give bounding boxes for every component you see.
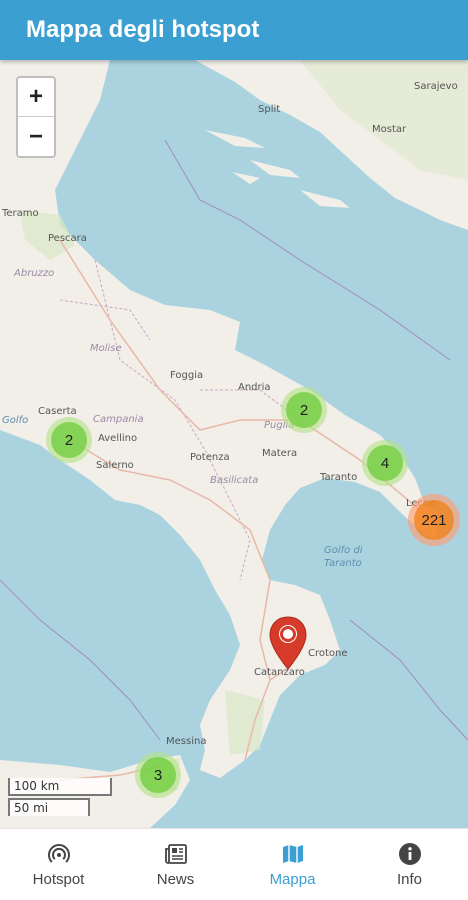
zoom-control: + − <box>16 76 56 158</box>
place-abruzzo: Abruzzo <box>14 268 55 279</box>
place-teramo: Teramo <box>2 208 39 219</box>
place-avellino: Avellino <box>98 433 138 444</box>
tab-info[interactable]: Info <box>351 829 468 900</box>
place-salerno: Salerno <box>96 460 134 471</box>
hotspot-icon <box>47 843 70 863</box>
scale-km: 100 km <box>8 778 112 796</box>
tab-mappa[interactable]: Mappa <box>234 829 351 900</box>
place-pescara: Pescara <box>48 233 87 244</box>
cluster-count: 2 <box>51 422 87 458</box>
place-andria: Andria <box>238 382 271 393</box>
tab-label: Hotspot <box>32 870 85 888</box>
place-caserta: Caserta <box>38 406 77 417</box>
tab-hotspot[interactable]: Hotspot <box>0 829 117 900</box>
place-mostar: Mostar <box>372 124 407 135</box>
cluster-marker[interactable]: 3 <box>135 752 181 798</box>
app: Mappa degli hotspot Sarajevo Split Mosta… <box>0 0 468 900</box>
cluster-count: 4 <box>367 445 403 481</box>
map-icon <box>282 844 303 863</box>
place-crotone: Crotone <box>308 648 348 659</box>
map-view[interactable]: Sarajevo Split Mostar Teramo Pescara Abr… <box>0 60 468 828</box>
page-title: Mappa degli hotspot <box>26 16 260 43</box>
cluster-marker[interactable]: 4 <box>362 440 408 486</box>
place-matera: Matera <box>262 448 298 459</box>
tab-label: Info <box>396 870 423 888</box>
place-campania: Campania <box>93 414 144 425</box>
place-foggia: Foggia <box>170 370 204 381</box>
tab-news[interactable]: News <box>117 829 234 900</box>
place-sarajevo: Sarajevo <box>414 81 458 92</box>
tab-label: Mappa <box>269 870 316 888</box>
place-split: Split <box>258 104 281 115</box>
zoom-in-button[interactable]: + <box>18 78 54 117</box>
place-messina: Messina <box>166 736 207 747</box>
zoom-out-button[interactable]: − <box>18 117 54 156</box>
cluster-count: 2 <box>286 392 322 428</box>
cluster-count: 221 <box>414 500 454 540</box>
place-golfo-taranto: Golfo di Taranto <box>324 545 363 569</box>
map-scale: 100 km 50 mi <box>8 778 112 816</box>
place-potenza: Potenza <box>190 452 230 463</box>
info-icon <box>398 842 421 865</box>
cluster-marker[interactable]: 2 <box>46 417 92 463</box>
place-molise: Molise <box>90 343 122 354</box>
location-pin-icon[interactable] <box>268 615 308 671</box>
tab-label: News <box>156 870 195 888</box>
app-bar: Mappa degli hotspot <box>0 0 468 60</box>
bottom-navigation: Hotspot News Mappa Info <box>0 828 468 900</box>
place-golfo-napoli: Golfo <box>2 415 29 426</box>
place-taranto: Taranto <box>320 472 358 483</box>
cluster-count: 3 <box>140 757 176 793</box>
cluster-marker[interactable]: 2 <box>281 387 327 433</box>
news-icon <box>164 843 187 864</box>
scale-mi: 50 mi <box>8 798 90 816</box>
cluster-marker[interactable]: 221 <box>408 494 460 546</box>
place-basilicata: Basilicata <box>210 475 259 486</box>
